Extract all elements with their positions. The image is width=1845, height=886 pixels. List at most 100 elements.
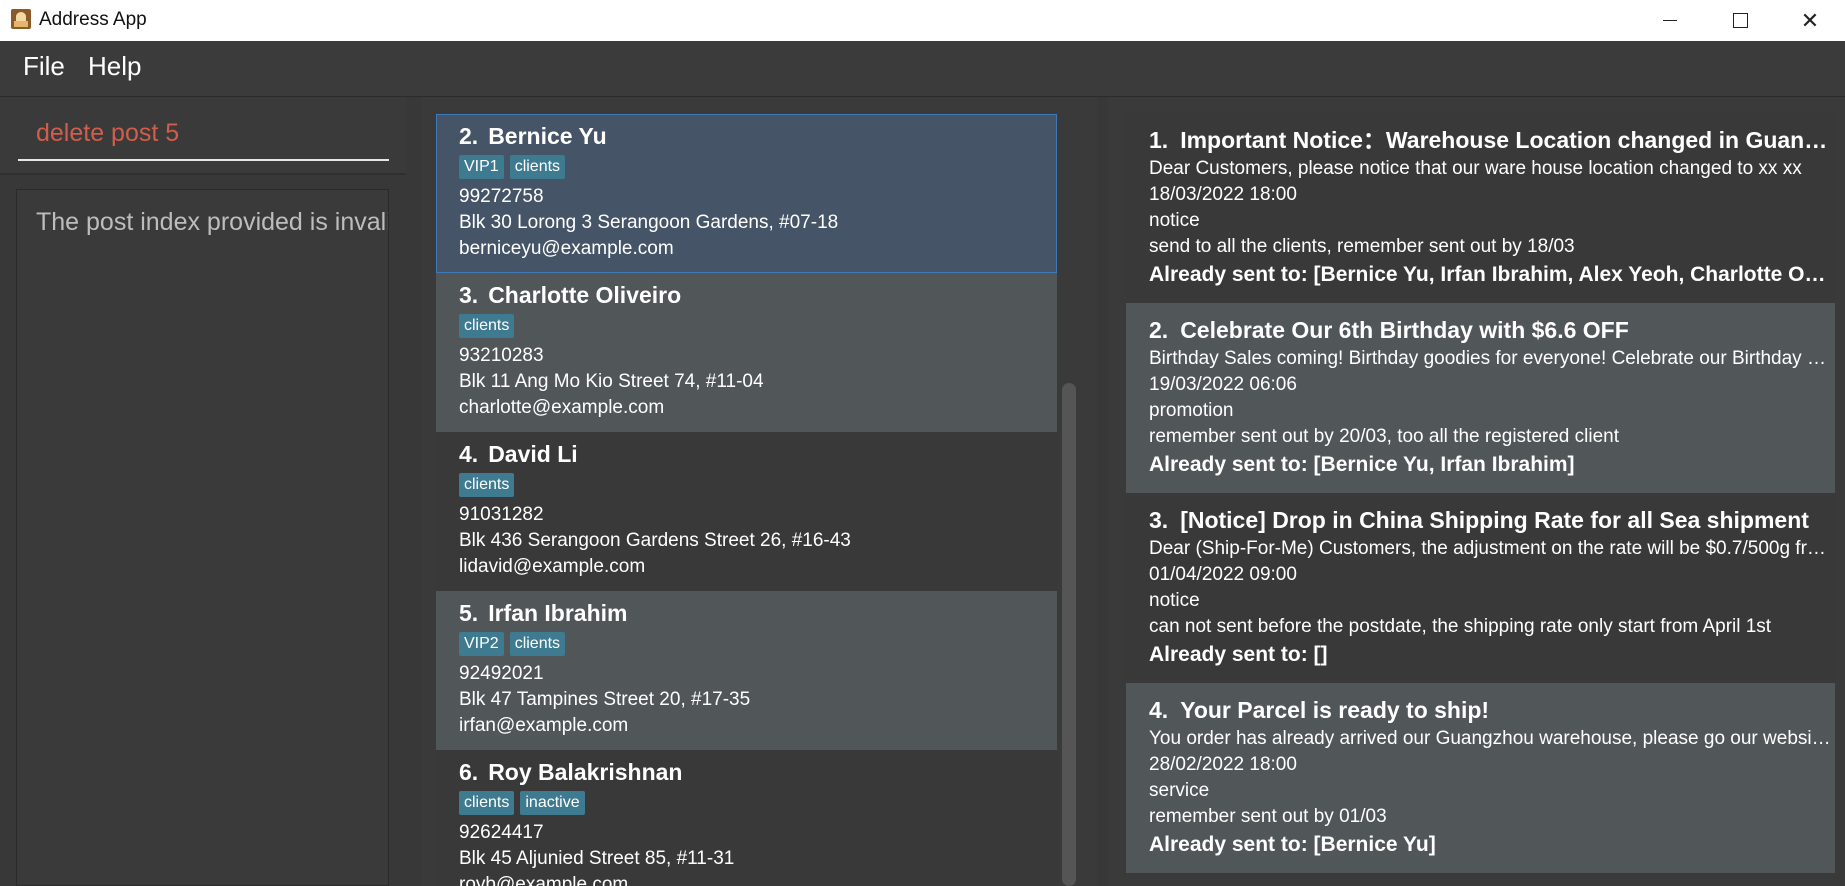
- post-category: notice: [1149, 210, 1200, 231]
- post-content: Birthday Sales coming! Birthday goodies …: [1149, 348, 1831, 369]
- person-card[interactable]: 5. Irfan Ibrahim VIP2 clients 92492021 Blk 47…: [436, 591, 1057, 750]
- person-phone: 92492021: [459, 663, 544, 684]
- post-list[interactable]: 1. Important Notice：Warehouse Location ch…: [1126, 113, 1835, 873]
- close-icon: ✕: [1800, 8, 1820, 33]
- post-card[interactable]: 4. Your Parcel is ready to ship! You order…: [1126, 683, 1835, 873]
- person-card[interactable]: 4. David Li clients 91031282 Blk 436 Serango…: [436, 432, 1057, 591]
- person-address: Blk 30 Lorong 3 Serangoon Gardens, #07-1…: [459, 212, 839, 233]
- person-tags: clients: [459, 314, 1057, 343]
- post-title-text: Your Parcel is ready to ship!: [1180, 697, 1490, 723]
- person-index: 5.: [459, 600, 479, 626]
- person-list-scrollbar[interactable]: [1062, 383, 1076, 886]
- post-index: 1.: [1149, 127, 1169, 153]
- post-remark: send to all the clients, remember sent o…: [1149, 236, 1575, 257]
- person-phone: 99272758: [459, 186, 544, 207]
- post-category: notice: [1149, 590, 1200, 611]
- menu-help[interactable]: Help: [88, 51, 141, 82]
- person-index: 6.: [459, 759, 479, 785]
- post-date: 01/04/2022 09:00: [1149, 564, 1297, 585]
- person-index: 2.: [459, 123, 479, 149]
- tag-badge: clients: [509, 632, 566, 656]
- person-phone: 93210283: [459, 345, 544, 366]
- command-box: delete post 5: [0, 97, 406, 173]
- person-tags: VIP2 clients: [459, 632, 1057, 661]
- menu-file[interactable]: File: [23, 51, 65, 82]
- maximize-button[interactable]: [1705, 0, 1775, 41]
- tag-badge: inactive: [520, 791, 585, 815]
- post-title: 1. Important Notice：Warehouse Location ch…: [1149, 125, 1831, 156]
- command-input[interactable]: delete post 5: [18, 111, 389, 161]
- person-card[interactable]: 2. Bernice Yu VIP1 clients 99272758 Blk 30 Lo…: [436, 114, 1057, 273]
- minimize-button[interactable]: [1635, 0, 1705, 41]
- post-sent-to: Already sent to: [Bernice Yu, Irfan Ibra…: [1149, 263, 1831, 286]
- post-index: 4.: [1149, 697, 1169, 723]
- person-name: 5. Irfan Ibrahim: [459, 598, 1057, 628]
- post-index: 2.: [1149, 317, 1169, 343]
- result-display-panel: The post index provided is invalid: [0, 175, 406, 886]
- tag-badge: VIP1: [459, 155, 504, 179]
- person-name-text: David Li: [488, 441, 578, 467]
- person-email: charlotte@example.com: [459, 397, 665, 418]
- person-card[interactable]: 3. Charlotte Oliveiro clients 93210283 Blk 1…: [436, 273, 1057, 432]
- post-title-text: Important Notice：Warehouse Location chan…: [1180, 127, 1831, 153]
- post-remark: remember sent out by 01/03: [1149, 806, 1387, 827]
- post-date: 19/03/2022 06:06: [1149, 374, 1297, 395]
- post-remark: remember sent out by 20/03, too all the …: [1149, 426, 1619, 447]
- person-phone: 92624417: [459, 822, 544, 843]
- post-sent-to: Already sent to: []: [1149, 643, 1328, 666]
- close-button[interactable]: ✕: [1775, 0, 1845, 41]
- person-list-panel: 2. Bernice Yu VIP1 clients 99272758 Blk 30 Lo…: [421, 97, 1097, 886]
- address-book-icon: [11, 9, 31, 29]
- left-column: delete post 5 The post index provided is…: [0, 97, 406, 886]
- person-tags: clients: [459, 473, 1057, 502]
- window-title: Address App: [39, 9, 147, 30]
- person-name: 4. David Li: [459, 439, 1057, 469]
- person-name: 3. Charlotte Oliveiro: [459, 280, 1057, 310]
- post-category: service: [1149, 780, 1210, 801]
- post-card[interactable]: 1. Important Notice：Warehouse Location ch…: [1126, 113, 1835, 303]
- tag-badge: VIP2: [459, 632, 504, 656]
- post-title: 4. Your Parcel is ready to ship!: [1149, 695, 1831, 726]
- person-email: royb@example.com: [459, 874, 629, 886]
- tag-badge: clients: [459, 791, 515, 815]
- person-phone: 91031282: [459, 504, 544, 525]
- person-email: lidavid@example.com: [459, 556, 646, 577]
- person-address: Blk 11 Ang Mo Kio Street 74, #11-04: [459, 371, 764, 392]
- tag-badge: clients: [509, 155, 566, 179]
- post-title: 3. [Notice] Drop in China Shipping Rate f…: [1149, 505, 1831, 536]
- person-name-text: Roy Balakrishnan: [488, 759, 683, 785]
- menu-bar: File Help: [0, 41, 1845, 97]
- person-email: irfan@example.com: [459, 715, 629, 736]
- person-index: 3.: [459, 282, 479, 308]
- post-date: 18/03/2022 18:00: [1149, 184, 1297, 205]
- post-content: You order has already arrived our Guangz…: [1149, 728, 1831, 749]
- post-content: Dear Customers, please notice that our w…: [1149, 158, 1802, 179]
- person-card[interactable]: 6. Roy Balakrishnan clients inactive 9262441…: [436, 750, 1057, 886]
- post-title-text: [Notice] Drop in China Shipping Rate for…: [1180, 507, 1809, 533]
- post-remark: can not sent before the postdate, the sh…: [1149, 616, 1772, 637]
- post-list-panel: 1. Important Notice：Warehouse Location ch…: [1108, 97, 1845, 886]
- post-sent-to: Already sent to: [Bernice Yu]: [1149, 833, 1436, 856]
- post-date: 28/02/2022 18:00: [1149, 754, 1297, 775]
- person-name: 6. Roy Balakrishnan: [459, 757, 1057, 787]
- person-name-text: Bernice Yu: [488, 123, 607, 149]
- person-address: Blk 47 Tampines Street 20, #17-35: [459, 689, 751, 710]
- post-content: Dear (Ship-For-Me) Customers, the adjust…: [1149, 538, 1831, 559]
- post-title: 2. Celebrate Our 6th Birthday with $6.6 O…: [1149, 315, 1831, 346]
- post-card[interactable]: 3. [Notice] Drop in China Shipping Rate f…: [1126, 493, 1835, 683]
- person-list[interactable]: 2. Bernice Yu VIP1 clients 99272758 Blk 30 Lo…: [436, 114, 1057, 886]
- person-address: Blk 436 Serangoon Gardens Street 26, #16…: [459, 530, 851, 551]
- result-display: The post index provided is invalid: [16, 189, 389, 886]
- post-card[interactable]: 2. Celebrate Our 6th Birthday with $6.6 O…: [1126, 303, 1835, 493]
- post-category: promotion: [1149, 400, 1234, 421]
- person-name-text: Irfan Ibrahim: [488, 600, 628, 626]
- tag-badge: clients: [459, 473, 515, 497]
- post-title-text: Celebrate Our 6th Birthday with $6.6 OFF: [1180, 317, 1629, 343]
- person-index: 4.: [459, 441, 479, 467]
- person-tags: VIP1 clients: [459, 155, 1056, 184]
- person-name: 2. Bernice Yu: [459, 121, 1056, 151]
- person-tags: clients inactive: [459, 791, 1057, 820]
- person-email: berniceyu@example.com: [459, 238, 674, 259]
- title-bar: Address App ✕: [0, 0, 1845, 41]
- tag-badge: clients: [459, 314, 515, 338]
